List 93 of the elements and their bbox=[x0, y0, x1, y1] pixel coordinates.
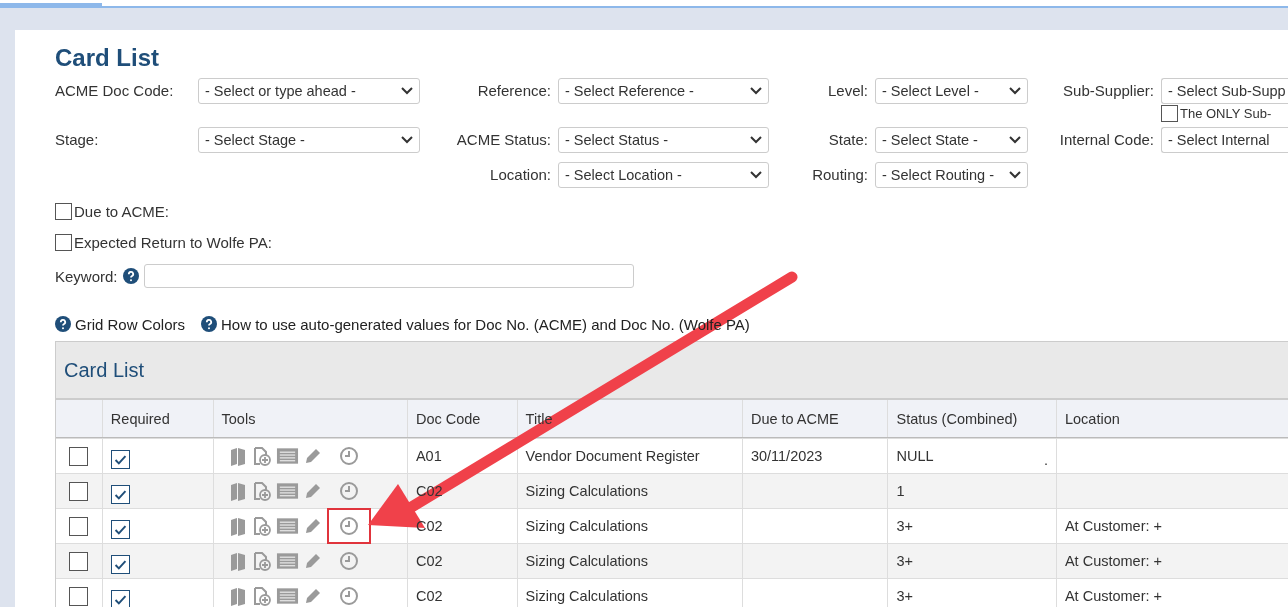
list-icon[interactable] bbox=[275, 481, 299, 501]
clock-icon[interactable] bbox=[338, 481, 359, 501]
list-icon[interactable] bbox=[275, 586, 299, 606]
table-cell: 1 bbox=[896, 483, 905, 499]
list-icon[interactable] bbox=[275, 516, 299, 536]
table-cell: A01 bbox=[415, 448, 442, 464]
checkbox-label: Due to ACME: bbox=[74, 203, 170, 220]
column-header: Due to ACME bbox=[750, 410, 839, 427]
table-cell: C02 bbox=[415, 518, 443, 534]
table-cell: 3+ bbox=[896, 553, 913, 569]
check-icon bbox=[114, 489, 126, 499]
checkbox-label: Expected Return to Wolfe PA: bbox=[74, 234, 272, 251]
row-checkbox[interactable] bbox=[69, 586, 89, 606]
row-checkbox[interactable] bbox=[69, 481, 89, 501]
filter-label: State: bbox=[827, 130, 869, 148]
table-cell: 3+ bbox=[896, 588, 913, 604]
filter-label: Routing: bbox=[811, 165, 869, 183]
filter-label: Stage: bbox=[55, 130, 100, 148]
check-icon bbox=[114, 559, 126, 569]
keyword-field[interactable] bbox=[143, 264, 634, 288]
keyword-label: Keyword: bbox=[55, 267, 118, 285]
table-cell: 3+ bbox=[896, 518, 913, 534]
filter-label: Sub-Supplier: bbox=[1062, 81, 1155, 99]
dropdown[interactable]: - Select Internal bbox=[1161, 127, 1288, 153]
table-cell: Sizing Calculations bbox=[525, 518, 649, 534]
caret-icon bbox=[1009, 136, 1021, 144]
column-header: Status (Combined) bbox=[896, 410, 1018, 427]
dropdown[interactable]: - Select Status - bbox=[558, 127, 769, 153]
filter-label: ACME Status: bbox=[455, 130, 552, 148]
table-cell: At Customer: + bbox=[1064, 588, 1163, 604]
dropdown[interactable]: - Select Routing - bbox=[875, 162, 1028, 188]
column-header: Doc Code bbox=[415, 410, 481, 427]
table-cell: NULL bbox=[896, 448, 934, 464]
table-cell: C02 bbox=[415, 588, 443, 604]
table-cell: 30/11/2023 bbox=[750, 448, 823, 464]
caret-icon bbox=[1009, 171, 1021, 179]
document-add-icon[interactable] bbox=[251, 481, 272, 501]
clock-icon[interactable] bbox=[338, 586, 359, 606]
clock-icon[interactable] bbox=[338, 446, 359, 466]
caret-icon bbox=[750, 87, 762, 95]
table-cell: Sizing Calculations bbox=[525, 553, 649, 569]
table-cell: Sizing Calculations bbox=[525, 588, 649, 604]
table-cell: Vendor Document Register bbox=[525, 448, 700, 464]
dropdown[interactable]: - Select Reference - bbox=[558, 78, 769, 104]
row-checkbox[interactable] bbox=[69, 446, 89, 466]
column-header: Title bbox=[525, 410, 553, 427]
filter-label: Reference: bbox=[476, 81, 552, 99]
table-cell: At Customer: + bbox=[1064, 553, 1163, 569]
column-header: Tools bbox=[221, 410, 256, 427]
document-add-icon[interactable] bbox=[251, 551, 272, 571]
filter-label: ACME Doc Code: bbox=[55, 81, 175, 99]
help-icon[interactable] bbox=[55, 316, 71, 332]
help-link[interactable]: Grid Row Colors bbox=[75, 315, 186, 333]
list-icon[interactable] bbox=[275, 551, 299, 571]
dropdown[interactable]: - Select Location - bbox=[558, 162, 769, 188]
checkbox[interactable] bbox=[1161, 105, 1178, 122]
help-icon[interactable] bbox=[122, 268, 139, 284]
list-icon[interactable] bbox=[275, 446, 299, 466]
table-cell: At Customer: + bbox=[1064, 518, 1163, 534]
dropdown[interactable]: - Select Stage - bbox=[198, 127, 420, 153]
check-icon bbox=[114, 594, 126, 604]
column-header: Location bbox=[1064, 410, 1120, 427]
dropdown[interactable]: - Select Sub-Supp bbox=[1161, 78, 1288, 104]
column-header: Required bbox=[110, 410, 170, 427]
filter-label: Location: bbox=[489, 165, 552, 183]
check-icon bbox=[114, 524, 126, 534]
checkbox[interactable] bbox=[55, 234, 72, 251]
row-checkbox[interactable] bbox=[69, 551, 89, 571]
dropdown[interactable]: - Select or type ahead - bbox=[198, 78, 420, 104]
filter-label: Level: bbox=[826, 81, 869, 99]
dropdown[interactable]: - Select State - bbox=[875, 127, 1028, 153]
check-icon bbox=[114, 454, 126, 464]
table-cell: C02 bbox=[415, 553, 443, 569]
caret-icon bbox=[750, 171, 762, 179]
table-cell: . bbox=[1043, 452, 1048, 468]
table-cell: Sizing Calculations bbox=[525, 483, 649, 499]
caret-icon bbox=[750, 136, 762, 144]
help-icon[interactable] bbox=[201, 316, 218, 332]
clock-icon[interactable] bbox=[338, 516, 359, 536]
document-add-icon[interactable] bbox=[251, 446, 272, 466]
grid-title: Card List bbox=[64, 358, 145, 382]
filter-label: Internal Code: bbox=[1058, 130, 1155, 148]
clock-icon[interactable] bbox=[338, 551, 359, 571]
document-add-icon[interactable] bbox=[251, 586, 272, 606]
checkbox[interactable] bbox=[55, 203, 72, 220]
page-title: Card List bbox=[55, 44, 160, 72]
caret-icon bbox=[401, 87, 413, 95]
caret-icon bbox=[1009, 87, 1021, 95]
document-add-icon[interactable] bbox=[251, 516, 272, 536]
checkbox-label: The ONLY Sub- bbox=[1180, 106, 1272, 121]
caret-icon bbox=[401, 136, 413, 144]
row-checkbox[interactable] bbox=[69, 516, 89, 536]
dropdown[interactable]: - Select Level - bbox=[875, 78, 1028, 104]
